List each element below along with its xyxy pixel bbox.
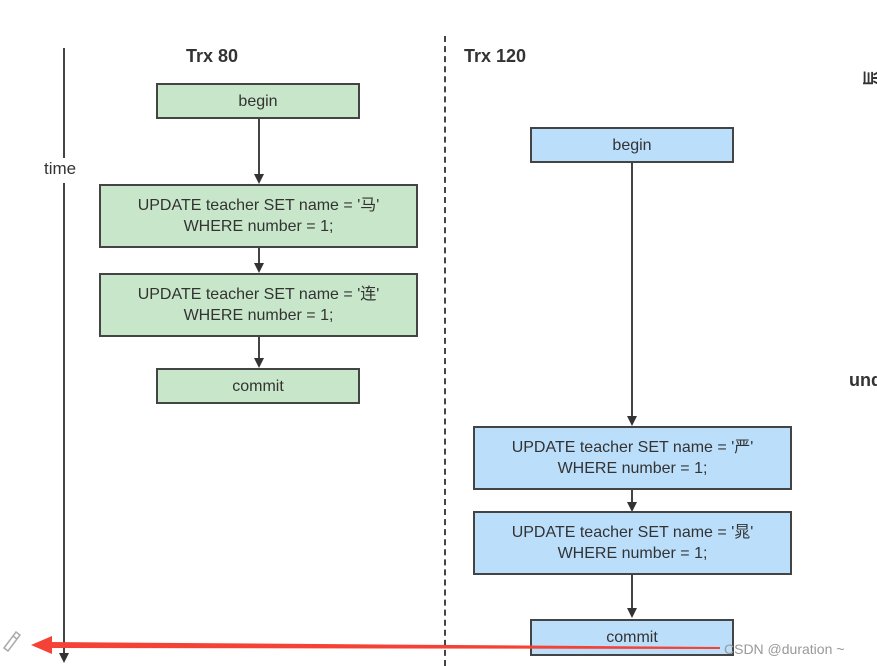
connector <box>258 119 260 175</box>
trx-120-title: Trx 120 <box>464 46 527 66</box>
pencil-icon[interactable] <box>0 626 22 652</box>
trx-120-update-1: UPDATE teacher SET name = '严' WHERE numb… <box>473 426 792 490</box>
side-text-top: 当 <box>861 69 877 87</box>
step-text: UPDATE teacher SET name = '马' <box>137 197 380 214</box>
connector-arrowhead <box>627 608 637 618</box>
step-text: WHERE number = 1; <box>183 307 334 324</box>
step-text: begin <box>612 136 652 154</box>
connector <box>258 248 260 264</box>
red-arrow-body <box>50 642 720 649</box>
trx-80-title: Trx 80 <box>186 46 239 66</box>
step-text: begin <box>238 92 278 110</box>
trx-80-update-2: UPDATE teacher SET name = '连' WHERE numb… <box>99 273 418 337</box>
time-axis-label: time <box>44 159 77 178</box>
connector <box>258 337 260 359</box>
connector <box>631 163 633 417</box>
step-text: UPDATE teacher SET name = '连' <box>137 286 380 303</box>
step-text: UPDATE teacher SET name = '晁' <box>511 524 754 541</box>
red-arrow-head <box>31 636 52 654</box>
trx-120-begin: begin <box>530 127 734 163</box>
connector-arrowhead <box>627 416 637 426</box>
step-text: WHERE number = 1; <box>557 545 708 562</box>
trx-80-begin: begin <box>156 83 360 119</box>
step-text: commit <box>232 377 284 395</box>
watermark: CSDN @duration ~ <box>724 641 845 657</box>
connector <box>631 575 633 609</box>
connector-arrowhead <box>254 263 264 273</box>
step-text: WHERE number = 1; <box>183 218 334 235</box>
transaction-separator <box>444 36 446 666</box>
connector-arrowhead <box>254 174 264 184</box>
side-text-middle: und <box>849 370 877 390</box>
trx-120-update-2: UPDATE teacher SET name = '晁' WHERE numb… <box>473 511 792 575</box>
step-text: WHERE number = 1; <box>557 460 708 477</box>
trx-80-commit: commit <box>156 368 360 404</box>
step-text: UPDATE teacher SET name = '严' <box>511 439 754 456</box>
time-axis-line <box>63 48 65 158</box>
trx-80-update-1: UPDATE teacher SET name = '马' WHERE numb… <box>99 184 418 248</box>
connector-arrowhead <box>254 358 264 368</box>
time-axis-line-lower <box>63 183 65 653</box>
